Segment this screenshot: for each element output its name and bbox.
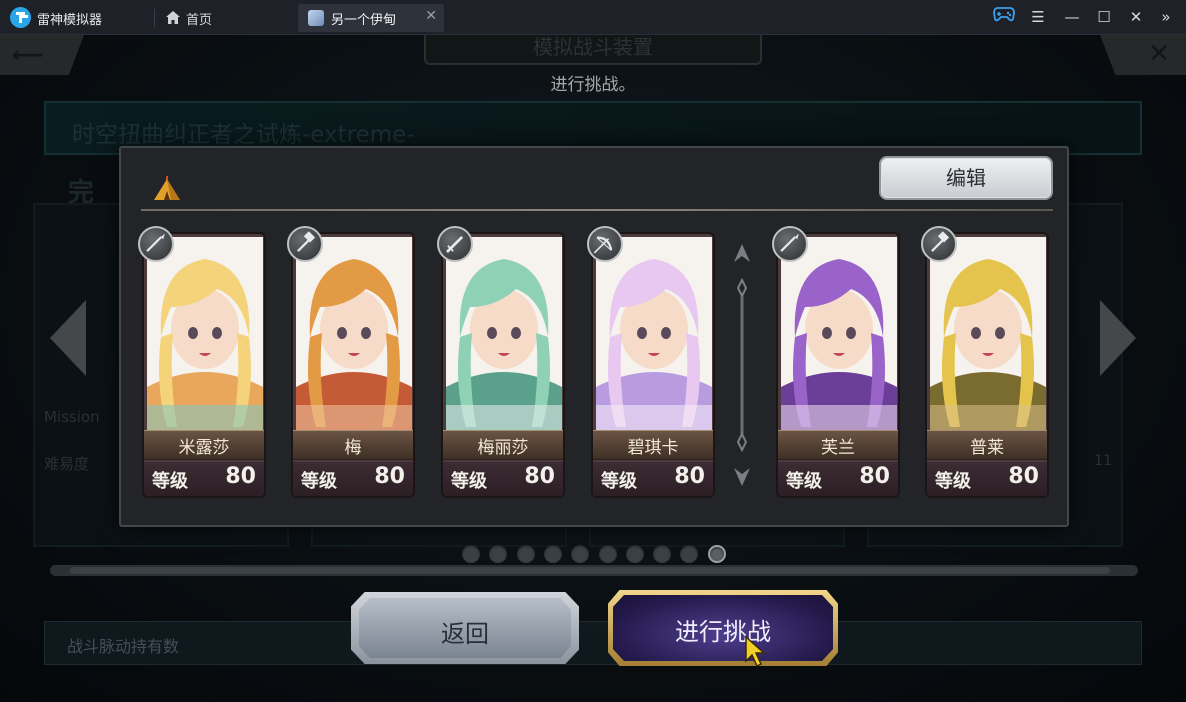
level-label: 等级 bbox=[451, 471, 487, 492]
hammer-icon bbox=[921, 226, 957, 262]
page-indicator bbox=[462, 543, 732, 563]
app-name: 雷神模拟器 bbox=[37, 13, 103, 28]
card-frame: 碧琪卡等级 80 bbox=[591, 232, 715, 498]
page-dot[interactable] bbox=[653, 545, 672, 563]
emulator-window: 雷神模拟器 首页 另一个伊甸 ✕ ☰ — ☐ ✕ » ⟵ ✕ 模拟战斗装置 进行… bbox=[0, 0, 1186, 702]
party-dialog: 编辑 米露莎 等级 80 梅等级 80 梅丽莎 等级 80 碧琪卡 等级 80 芙兰 等级 80 普莱 等级 8… bbox=[119, 146, 1069, 527]
character-name: 普莱 bbox=[970, 438, 1004, 458]
level-value: 80 bbox=[674, 464, 705, 489]
level-value: 80 bbox=[374, 464, 405, 489]
scrollbar-thumb[interactable] bbox=[70, 567, 1110, 574]
party-member-card[interactable]: 碧琪卡等级 80 bbox=[587, 226, 715, 498]
tab-separator bbox=[154, 9, 155, 27]
level-label: 等级 bbox=[601, 471, 637, 492]
character-portrait bbox=[930, 237, 1046, 433]
party-member-card[interactable]: 芙兰等级 80 bbox=[772, 226, 900, 498]
party-member-card[interactable]: 普莱等级 80 bbox=[921, 226, 1049, 498]
page-dot[interactable] bbox=[707, 545, 726, 563]
home-icon bbox=[166, 11, 180, 24]
minimize-icon[interactable]: — bbox=[1060, 6, 1084, 28]
character-name: 芙兰 bbox=[821, 438, 855, 458]
mouse-cursor-icon bbox=[745, 635, 766, 668]
character-portrait bbox=[296, 237, 412, 433]
level-value: 80 bbox=[1008, 464, 1039, 489]
tab-game-label: 另一个伊甸 bbox=[331, 13, 397, 28]
back-button[interactable]: 返回 bbox=[351, 592, 579, 664]
page-dot[interactable] bbox=[543, 545, 562, 563]
card-frame: 普莱等级 80 bbox=[925, 232, 1049, 498]
start-challenge-button[interactable]: 进行挑战 bbox=[608, 590, 838, 666]
level-label: 等级 bbox=[786, 471, 822, 492]
bow-icon bbox=[587, 226, 623, 262]
start-challenge-button-label: 进行挑战 bbox=[675, 618, 771, 646]
tab-home[interactable]: 首页 bbox=[163, 4, 293, 31]
hammer-icon bbox=[287, 226, 323, 262]
party-member-card[interactable]: 梅丽莎等级 80 bbox=[437, 226, 565, 498]
gamepad-icon[interactable] bbox=[992, 6, 1016, 28]
page-dot[interactable] bbox=[489, 545, 508, 563]
game-viewport: ⟵ ✕ 模拟战斗装置 进行挑战。 时空扭曲纠正者之试炼-extreme- 完 M… bbox=[0, 35, 1186, 702]
page-dot[interactable] bbox=[598, 545, 617, 563]
character-portrait bbox=[446, 237, 562, 433]
game-thumbnail-icon bbox=[308, 10, 324, 26]
party-member-card[interactable]: 梅等级 80 bbox=[287, 226, 415, 498]
title-bar: 雷神模拟器 首页 另一个伊甸 ✕ ☰ — ☐ ✕ » bbox=[0, 0, 1186, 35]
party-group-divider-icon bbox=[734, 244, 750, 486]
back-button-label: 返回 bbox=[441, 620, 489, 648]
level-value: 80 bbox=[859, 464, 890, 489]
tab-game[interactable]: 另一个伊甸 ✕ bbox=[298, 4, 444, 32]
page-dot[interactable] bbox=[462, 545, 480, 563]
maximize-icon[interactable]: ☐ bbox=[1092, 6, 1116, 28]
character-name: 碧琪卡 bbox=[627, 438, 679, 458]
card-frame: 梅等级 80 bbox=[291, 232, 415, 498]
level-label: 等级 bbox=[152, 471, 188, 492]
character-name: 梅丽莎 bbox=[477, 438, 529, 458]
level-value: 80 bbox=[524, 464, 555, 489]
spear-icon bbox=[138, 226, 174, 262]
level-value: 80 bbox=[225, 464, 256, 489]
close-window-icon[interactable]: ✕ bbox=[1124, 6, 1148, 28]
party-member-card[interactable]: 米露莎等级 80 bbox=[138, 226, 266, 498]
page-dot[interactable] bbox=[680, 545, 699, 563]
currency-label: 战斗脉动持有数 bbox=[44, 621, 1142, 665]
page-dot[interactable] bbox=[516, 545, 535, 563]
emulator-logo-icon bbox=[10, 7, 31, 28]
card-frame: 芙兰等级 80 bbox=[776, 232, 900, 498]
character-portrait bbox=[596, 237, 712, 433]
character-name: 米露莎 bbox=[178, 438, 230, 458]
tab-close-icon[interactable]: ✕ bbox=[425, 8, 437, 24]
character-portrait bbox=[781, 237, 897, 433]
character-name: 梅 bbox=[344, 438, 362, 458]
horizontal-scrollbar[interactable] bbox=[50, 565, 1138, 576]
page-dot[interactable] bbox=[625, 545, 644, 563]
tab-home-label: 首页 bbox=[186, 13, 213, 28]
tent-icon bbox=[154, 176, 180, 200]
page-dot[interactable] bbox=[571, 545, 590, 563]
edit-party-button[interactable]: 编辑 bbox=[879, 156, 1053, 200]
level-label: 等级 bbox=[935, 471, 971, 492]
spear-icon bbox=[772, 226, 808, 262]
sword-icon bbox=[437, 226, 473, 262]
dialog-divider bbox=[141, 209, 1053, 211]
expand-sidebar-icon[interactable]: » bbox=[1154, 6, 1178, 28]
card-frame: 梅丽莎等级 80 bbox=[441, 232, 565, 498]
level-label: 等级 bbox=[301, 471, 337, 492]
card-frame: 米露莎等级 80 bbox=[142, 232, 266, 498]
menu-icon[interactable]: ☰ bbox=[1026, 6, 1050, 28]
character-portrait bbox=[147, 237, 263, 433]
